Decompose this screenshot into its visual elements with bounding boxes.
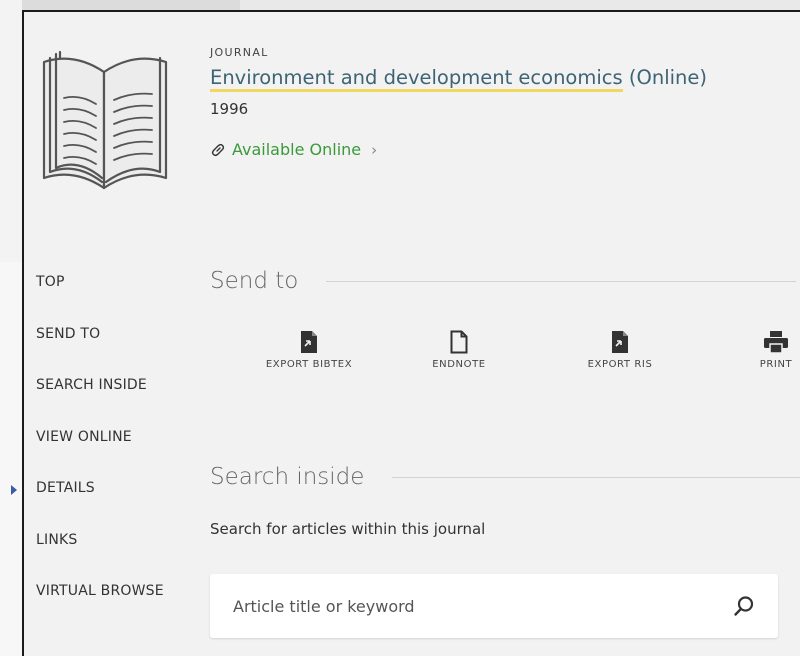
send-to-section-header: Send to	[210, 268, 800, 294]
search-inside-description: Search for articles within this journal	[210, 520, 486, 538]
book-cover-icon	[42, 50, 168, 190]
background-left-top	[0, 0, 22, 262]
background-left-bottom	[0, 262, 22, 656]
endnote-icon	[450, 330, 468, 354]
section-divider	[392, 476, 800, 478]
side-nav-item-virtual-browse[interactable]: VIRTUAL BROWSE	[36, 583, 206, 635]
side-nav-item-details[interactable]: DETAILS	[36, 480, 206, 532]
scroll-indicator-arrow-icon	[11, 485, 17, 495]
search-inside-section-header: Search inside	[210, 464, 800, 490]
print-label: PRINT	[759, 359, 793, 370]
side-nav-item-send-to[interactable]: SEND TO	[36, 326, 206, 378]
export-ris-label: EXPORT RIS	[587, 359, 653, 370]
print-icon	[764, 331, 788, 354]
availability-text: Available Online	[232, 140, 362, 159]
endnote-label: ENDNOTE	[432, 359, 486, 370]
export-bibtex-icon	[301, 331, 317, 353]
export-ris-icon	[612, 331, 628, 353]
export-bibtex-label: EXPORT BIBTEX	[265, 359, 353, 370]
record-type-label: JOURNAL	[210, 46, 269, 59]
link-icon	[211, 143, 225, 156]
endnote-button[interactable]: ENDNOTE	[414, 330, 504, 370]
search-icon[interactable]	[732, 594, 756, 618]
record-title-suffix: (Online)	[628, 66, 707, 89]
side-nav-item-search-inside[interactable]: SEARCH INSIDE	[36, 377, 206, 429]
section-divider	[326, 280, 797, 282]
record-title: Environment and development economics (O…	[210, 66, 707, 92]
availability-link[interactable]: Available Online ›	[210, 140, 377, 159]
search-inside-heading: Search inside	[210, 464, 365, 490]
side-nav-item-links[interactable]: LINKS	[36, 532, 206, 584]
record-title-link[interactable]: Environment and development economics	[210, 66, 623, 92]
chevron-right-icon: ›	[371, 140, 378, 159]
background-strip	[0, 0, 240, 10]
page: JOURNAL Environment and development econ…	[0, 0, 800, 656]
search-inside-box	[210, 574, 778, 638]
search-inside-input[interactable]	[231, 595, 732, 617]
side-nav-item-top[interactable]: TOP	[36, 274, 206, 326]
side-nav-item-view-online[interactable]: VIEW ONLINE	[36, 429, 206, 481]
record-panel: JOURNAL Environment and development econ…	[22, 10, 800, 656]
print-button[interactable]: PRINT	[746, 330, 800, 370]
side-nav: TOP SEND TO SEARCH INSIDE VIEW ONLINE DE…	[36, 274, 206, 635]
record-year: 1996	[210, 100, 249, 118]
send-to-heading: Send to	[210, 268, 299, 294]
export-bibtex-button[interactable]: EXPORT BIBTEX	[254, 330, 364, 370]
export-ris-button[interactable]: EXPORT RIS	[570, 330, 670, 370]
